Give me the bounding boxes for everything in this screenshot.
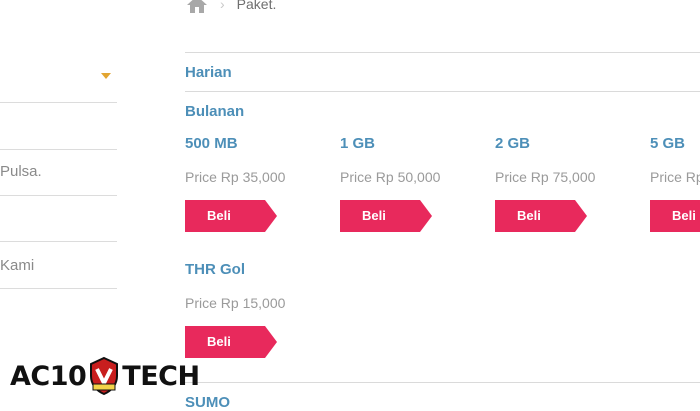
chevron-down-icon[interactable] xyxy=(101,73,111,79)
package-name: 2 GB xyxy=(495,135,531,152)
package-name: 1 GB xyxy=(340,135,376,152)
home-icon[interactable] xyxy=(186,0,208,14)
divider xyxy=(185,91,700,92)
breadcrumb-current: Paket. xyxy=(236,0,277,12)
package-price: Price Rp 35,000 xyxy=(185,169,286,185)
logo-text-left: AC10 xyxy=(10,360,87,392)
breadcrumb-separator: › xyxy=(220,0,225,12)
sidebar-item-pulsa[interactable]: Pulsa. xyxy=(0,163,42,180)
divider xyxy=(0,149,117,150)
shield-emblem-icon xyxy=(87,356,121,396)
package-price: Price Rp 15,000 xyxy=(185,295,286,311)
package-card: 5 GB Price Rp Beli xyxy=(650,134,700,244)
watermark-logo: AC10 TECH xyxy=(10,356,200,396)
package-card: 1 GB Price Rp 50,000 Beli xyxy=(340,134,490,232)
package-card: 2 GB Price Rp 75,000 Beli xyxy=(495,134,645,232)
divider xyxy=(0,195,117,196)
package-card: THR Gol Price Rp 15,000 Beli xyxy=(185,260,335,358)
buy-button[interactable]: Beli xyxy=(185,326,277,358)
buy-button[interactable]: Beli xyxy=(495,200,587,232)
package-name: 5 GB xyxy=(650,135,686,152)
package-name: 500 MB xyxy=(185,135,238,152)
sidebar: Pulsa. Kami xyxy=(0,0,117,406)
section-sumo[interactable]: SUMO xyxy=(185,394,230,411)
buy-button[interactable]: Beli xyxy=(650,200,700,232)
divider xyxy=(0,241,117,242)
buy-button[interactable]: Beli xyxy=(340,200,432,232)
package-name: THR Gol xyxy=(185,261,245,278)
package-price: Price Rp xyxy=(650,169,700,185)
sidebar-item-kami[interactable]: Kami xyxy=(0,257,34,274)
logo-text-right: TECH xyxy=(122,360,200,392)
section-harian[interactable]: Harian xyxy=(185,64,232,81)
breadcrumb: › Paket. xyxy=(186,0,276,14)
divider xyxy=(185,382,700,383)
package-card: 500 MB Price Rp 35,000 Beli xyxy=(185,134,335,232)
package-price: Price Rp 50,000 xyxy=(340,169,441,185)
section-bulanan[interactable]: Bulanan xyxy=(185,103,244,120)
divider xyxy=(0,288,117,289)
package-price: Price Rp 75,000 xyxy=(495,169,596,185)
divider xyxy=(0,102,117,103)
divider xyxy=(185,52,700,53)
buy-button[interactable]: Beli xyxy=(185,200,277,232)
